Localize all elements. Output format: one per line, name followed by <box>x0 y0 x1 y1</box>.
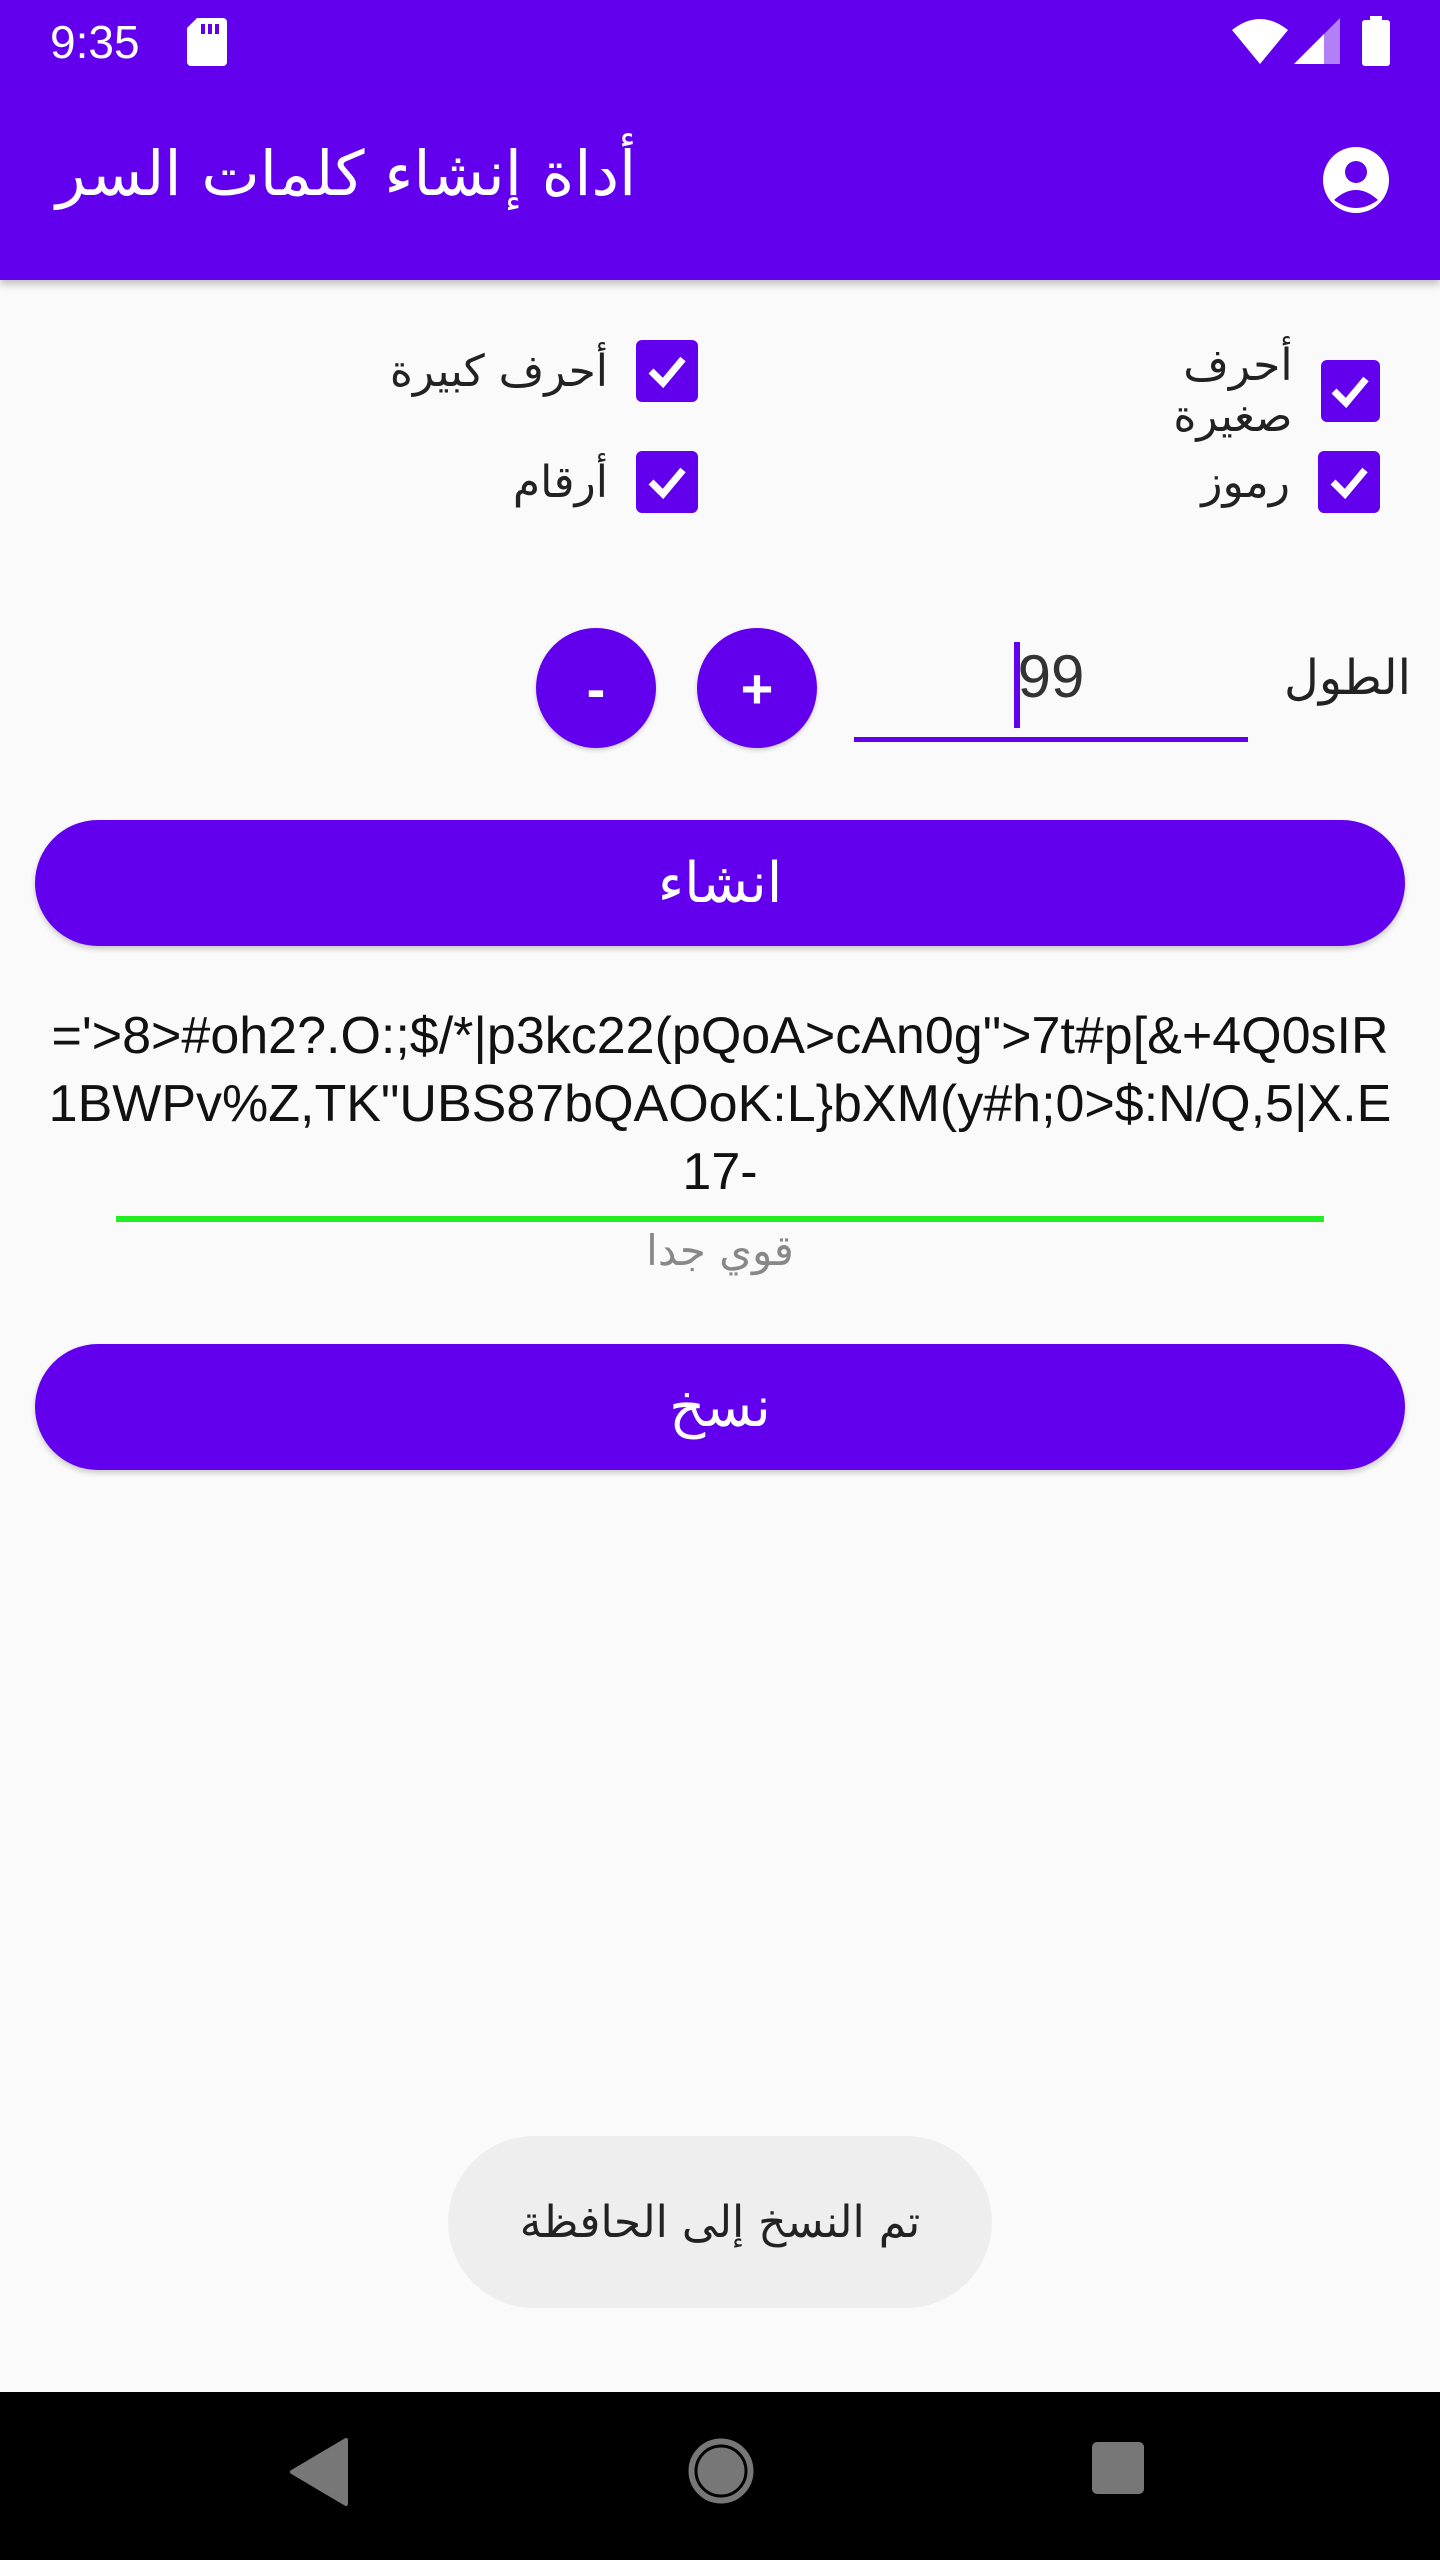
check-icon <box>1331 376 1369 409</box>
checkbox-numbers-label: أرقام <box>512 456 608 508</box>
checkbox-uppercase-box[interactable] <box>636 340 698 402</box>
status-time: 9:35 <box>50 16 140 68</box>
app-bar: أداة إنشاء كلمات السر <box>0 84 1440 280</box>
checkbox-numbers-box[interactable] <box>636 451 698 513</box>
increment-button[interactable]: + <box>697 628 817 748</box>
check-icon <box>648 356 686 389</box>
checkbox-symbols[interactable]: رموز <box>1180 451 1380 513</box>
checkbox-lowercase-label: أحرف صغيرة <box>1173 340 1293 442</box>
text-caret <box>1014 642 1020 728</box>
page-title: أداة إنشاء كلمات السر <box>56 137 637 210</box>
checkbox-numbers[interactable]: أرقام <box>500 451 698 513</box>
strength-bar <box>116 1216 1324 1222</box>
strength-label: قوي جدا <box>646 1226 794 1275</box>
checkbox-symbols-label: رموز <box>1201 456 1290 508</box>
signal-icon <box>1294 18 1340 64</box>
status-bar: 9:35 <box>0 0 1440 84</box>
home-icon[interactable] <box>686 2436 756 2506</box>
copy-button[interactable]: نسخ <box>35 1344 1405 1470</box>
check-icon <box>1330 467 1368 500</box>
decrement-button[interactable]: - <box>536 628 656 748</box>
battery-icon <box>1362 16 1390 66</box>
sd-card-icon <box>187 18 227 66</box>
checkbox-lowercase[interactable]: أحرف صغيرة <box>1060 340 1380 442</box>
checkbox-lowercase-box[interactable] <box>1320 360 1380 422</box>
generate-button[interactable]: انشاء <box>35 820 1405 946</box>
navigation-bar <box>0 2392 1440 2560</box>
length-value[interactable]: 99 <box>854 642 1248 711</box>
length-input[interactable]: 99 <box>854 632 1248 742</box>
recents-icon[interactable] <box>1090 2440 1146 2496</box>
account-circle-icon[interactable] <box>1320 144 1392 216</box>
length-label: الطول <box>1284 650 1412 706</box>
password-output[interactable]: ='>8>#oh2?.O:;$/*|p3kc22(pQoA>cAn0g">7t#… <box>40 1002 1400 1206</box>
toast-message: تم النسخ إلى الحافظة <box>448 2136 992 2308</box>
checkbox-symbols-box[interactable] <box>1318 451 1380 513</box>
wifi-icon <box>1232 19 1288 64</box>
check-icon <box>648 467 686 500</box>
back-icon[interactable] <box>288 2436 348 2508</box>
checkbox-uppercase[interactable]: أحرف كبيرة <box>380 340 698 402</box>
checkbox-uppercase-label: أحرف كبيرة <box>389 345 608 397</box>
